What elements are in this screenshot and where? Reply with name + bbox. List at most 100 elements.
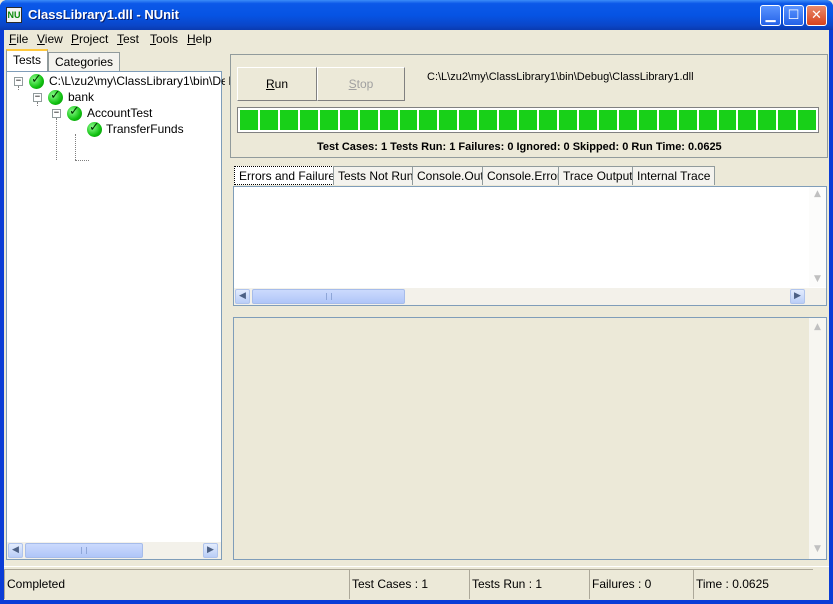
status-tests-run: Tests Run : 1 [469,569,589,599]
progress-segment [299,110,318,130]
stack-trace-panel[interactable]: ▲ ▼ [233,317,827,560]
stop-accel: S [348,77,357,91]
stack-vertical-scrollbar[interactable]: ▲ ▼ [809,318,826,559]
scroll-down-icon[interactable]: ▼ [810,542,825,557]
progress-segment [578,110,597,130]
stop-button[interactable]: Stop [317,67,405,101]
menu-file[interactable]: File [9,32,28,46]
progress-segment [618,110,637,130]
progress-segment [698,110,717,130]
progress-segment [499,110,518,130]
progress-segment [359,110,378,130]
progress-segment [439,110,458,130]
close-icon: ✕ [811,8,822,23]
progress-segment [758,110,777,130]
splitter[interactable] [225,52,229,562]
progress-segment [379,110,398,130]
tab-tests-not-run[interactable]: Tests Not Run [333,166,419,185]
errors-vertical-scrollbar[interactable]: ▲ ▼ [809,187,826,287]
app-window: NU ClassLibrary1.dll - NUnit ▁ ☐ ✕ File … [0,0,833,604]
progress-segment [778,110,797,130]
client-area: File View Project Test Tools Help Tests … [4,30,829,600]
menu-tools[interactable]: Tools [150,32,178,46]
window-title: ClassLibrary1.dll - NUnit [28,7,179,22]
status-time: Time : 0.0625 [693,569,813,599]
scroll-left-icon[interactable]: ◀ [8,543,23,558]
status-state: Completed [4,569,349,599]
menu-project-accel: P [71,32,80,46]
menu-help-label: elp [195,32,212,46]
run-button[interactable]: Run [237,67,317,101]
menu-view-accel: V [37,32,45,46]
collapse-icon[interactable]: − [52,109,61,118]
scroll-right-icon[interactable]: ▶ [790,289,805,304]
tab-console-error[interactable]: Console.Error [482,166,567,185]
status-test-cases: Test Cases : 1 [349,569,469,599]
tab-categories[interactable]: Categories [48,52,121,72]
progress-segment [658,110,677,130]
progress-segment [638,110,657,130]
tab-errors-and-failures[interactable]: Errors and Failures [234,166,347,185]
tree-horizontal-scrollbar[interactable]: ◀ ▶ [7,542,221,559]
collapse-icon[interactable]: − [33,93,42,102]
errors-horizontal-scrollbar[interactable]: ◀ ▶ [234,288,826,305]
status-failures: Failures : 0 [589,569,693,599]
menu-test[interactable]: Test [117,32,139,46]
status-bar: Completed Test Cases : 1 Tests Run : 1 F… [4,566,829,599]
scroll-thumb[interactable] [25,543,143,558]
maximize-button[interactable]: ☐ [783,5,804,26]
progress-segment [798,110,817,130]
tab-internal-trace[interactable]: Internal Trace [632,166,716,185]
progress-segment [559,110,577,130]
progress-segment [240,110,258,130]
menu-file-label: ile [16,32,29,46]
title-bar[interactable]: NU ClassLibrary1.dll - NUnit ▁ ☐ ✕ [0,0,833,30]
check-icon [67,104,82,121]
scroll-up-icon[interactable]: ▲ [810,187,825,202]
tree-node-label: AccountTest [87,106,153,120]
menu-test-label: est [123,32,140,46]
progress-segment [459,110,478,130]
scroll-left-icon[interactable]: ◀ [235,289,250,304]
progress-segment [259,110,278,130]
close-button[interactable]: ✕ [806,5,827,26]
scroll-right-icon[interactable]: ▶ [203,543,218,558]
collapse-icon[interactable]: − [14,77,23,86]
progress-segment [419,110,438,130]
menu-project-label: roject [79,32,109,46]
progress-segment [339,110,358,130]
progress-segment [479,110,498,130]
tab-tests[interactable]: Tests [6,49,49,71]
tree-node-assembly[interactable]: − C:\L\zu2\my\ClassLibrary1\bin\Del [7,72,230,90]
progress-segment [718,110,737,130]
menu-project[interactable]: Project [71,32,108,46]
run-panel: Run Stop C:\L\zu2\my\ClassLibrary1\bin\D… [230,54,828,158]
maximize-icon: ☐ [787,8,800,23]
scroll-up-icon[interactable]: ▲ [810,320,825,335]
tree-node-test[interactable]: TransferFunds [7,120,221,138]
run-summary: Test Cases: 1 Tests Run: 1 Failures: 0 I… [317,141,722,153]
menu-bar: File View Project Test Tools Help [4,30,829,49]
menu-tools-label: ools [156,32,179,46]
scroll-down-icon[interactable]: ▼ [810,272,825,287]
errors-and-failures-list[interactable]: ▲ ▼ ◀ ▶ [233,186,827,306]
tab-console-out[interactable]: Console.Out [412,166,489,185]
progress-segment [319,110,338,130]
grip-icon [81,547,87,554]
app-icon: NU [6,7,22,23]
scroll-thumb[interactable] [252,289,405,304]
tab-trace-output[interactable]: Trace Output [558,166,638,185]
grip-icon [325,293,332,300]
assembly-path: C:\L\zu2\my\ClassLibrary1\bin\Debug\Clas… [427,71,694,83]
minimize-button[interactable]: ▁ [760,5,781,26]
tree-node-label: C:\L\zu2\my\ClassLibrary1\bin\Del [49,74,231,88]
progress-bar [237,107,819,133]
menu-help[interactable]: Help [187,32,212,46]
run-label: un [274,77,289,91]
check-icon [87,120,102,137]
tree-node-fixture[interactable]: − AccountTest [7,104,221,122]
tree-node-namespace[interactable]: − bank [7,88,221,106]
menu-view[interactable]: View [37,32,63,46]
tree-node-label: bank [68,90,95,104]
tree-line [75,160,89,161]
